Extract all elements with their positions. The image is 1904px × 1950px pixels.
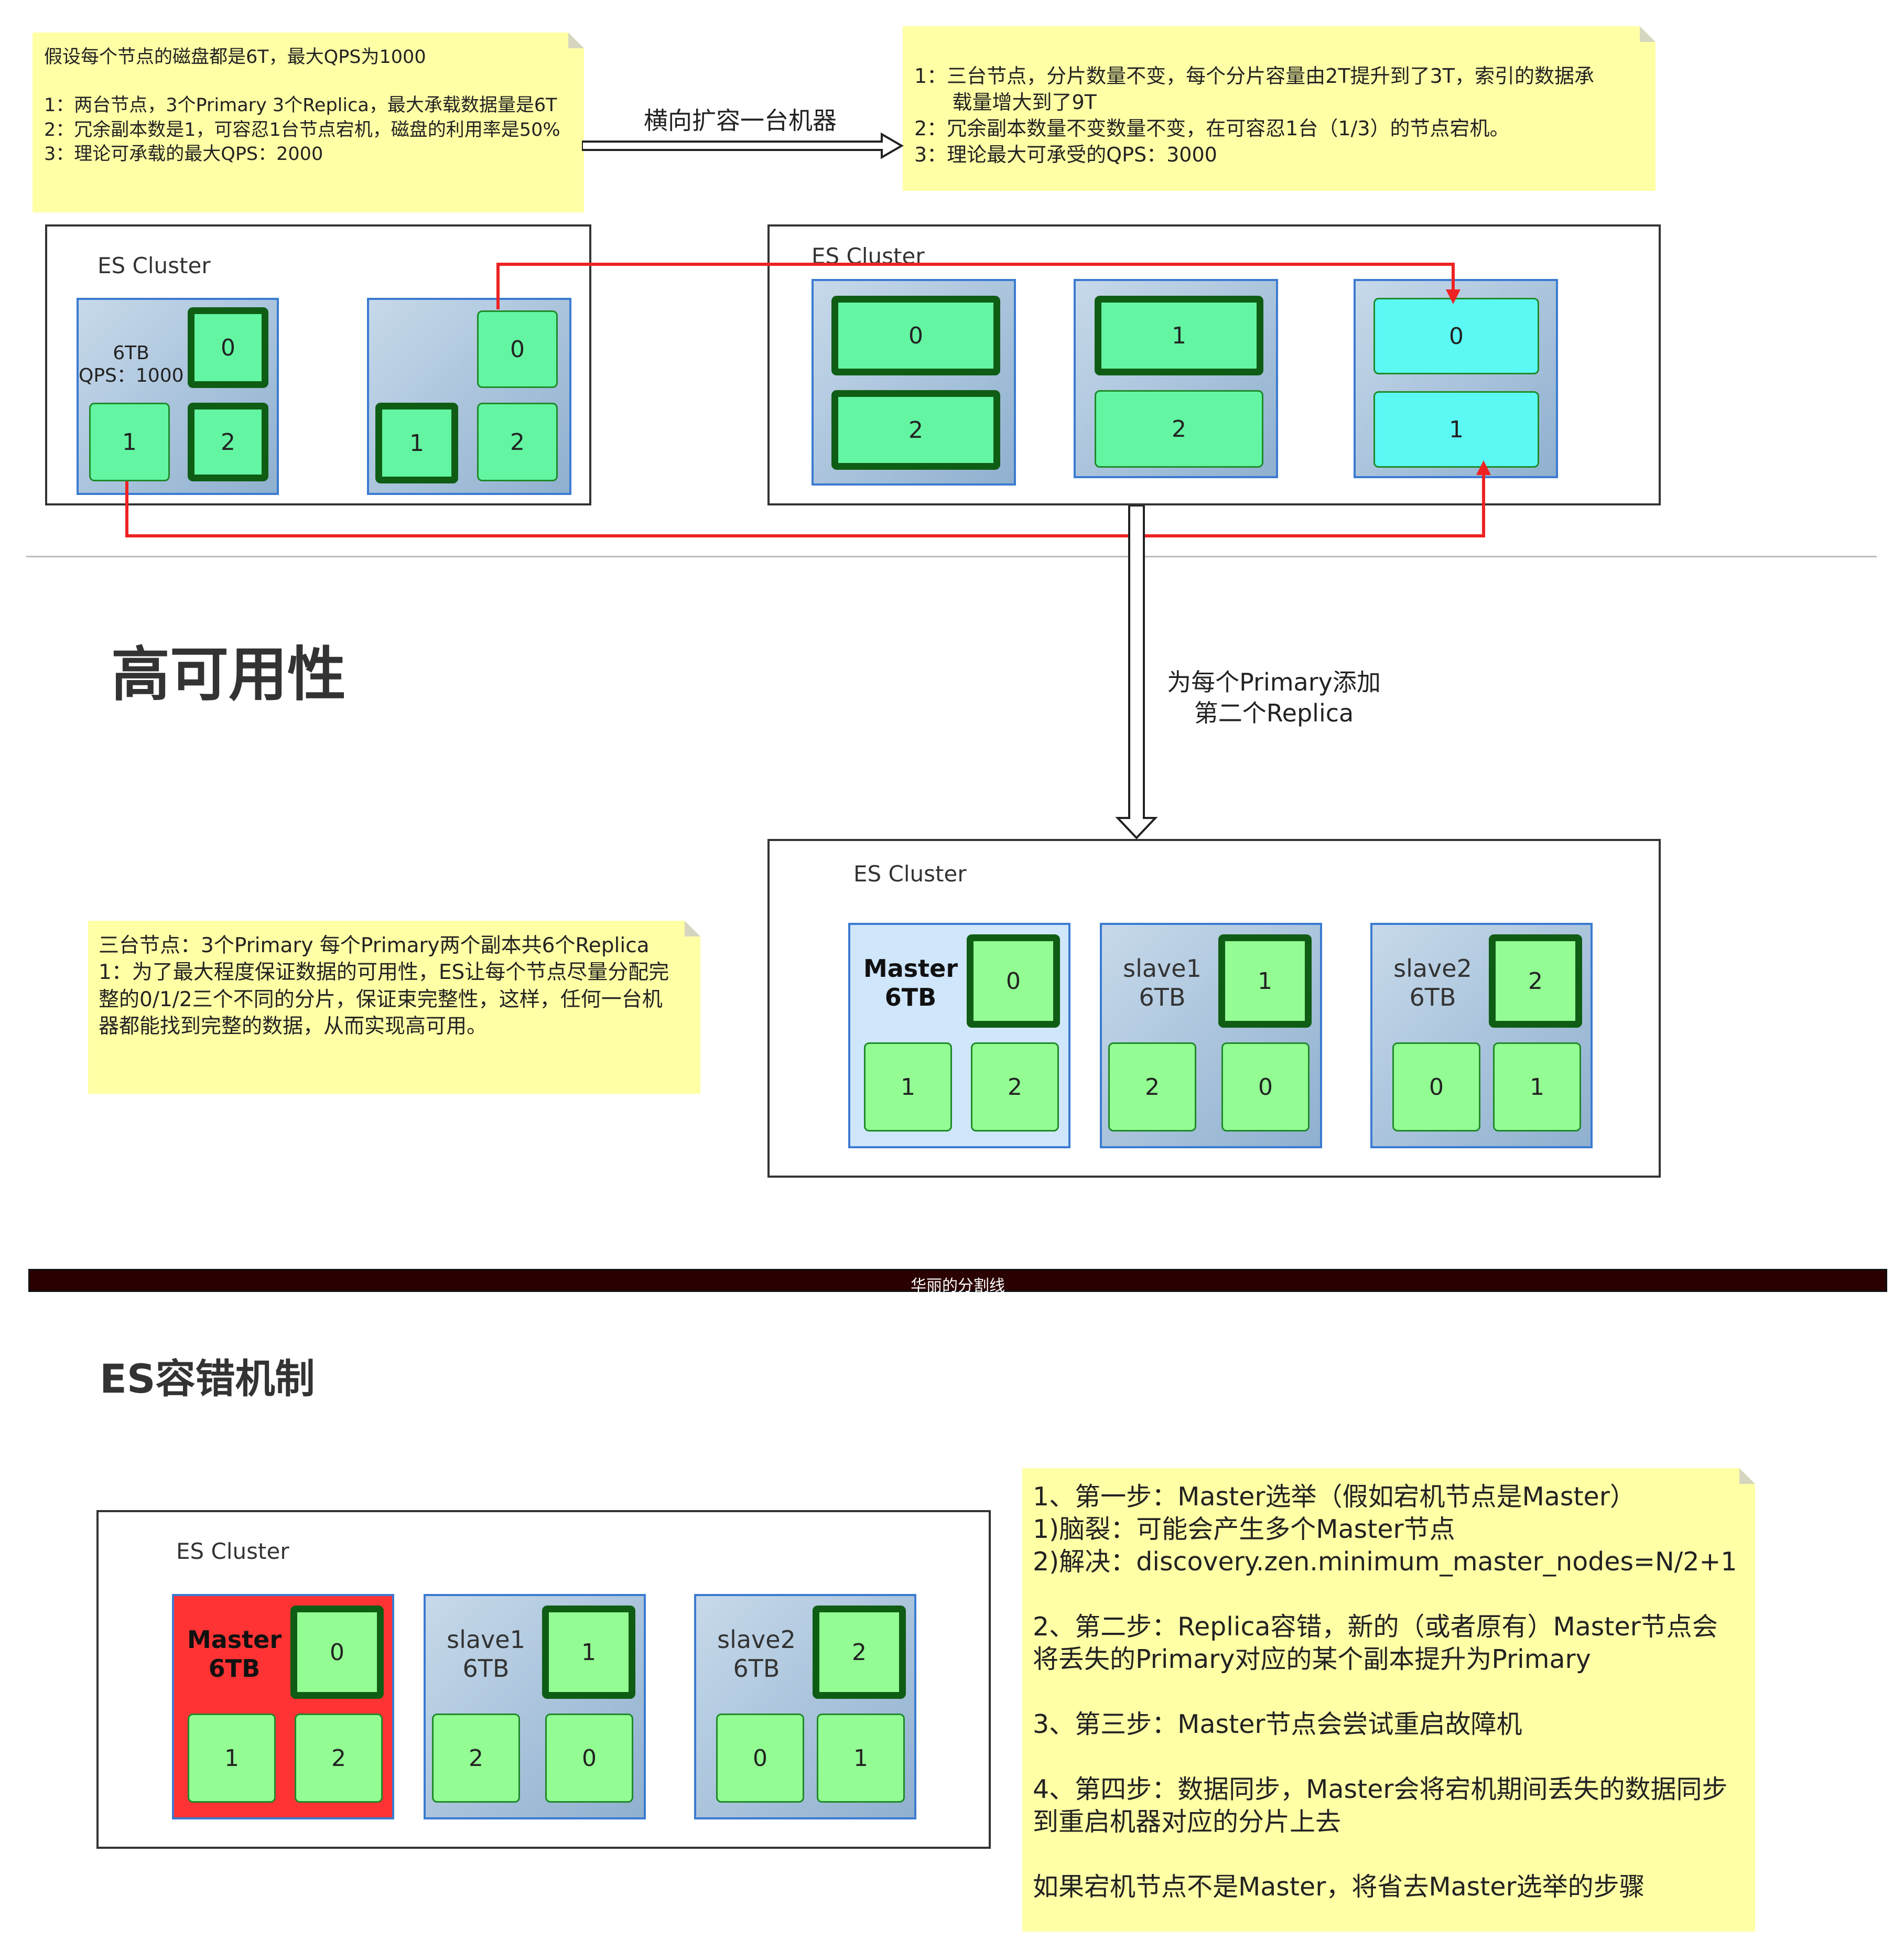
node-label: slave1 6TB (1123, 954, 1202, 1012)
replica-shard: 2 (971, 1042, 1059, 1132)
replica-shard: 1 (864, 1042, 952, 1132)
primary-shard: 1 (1218, 934, 1312, 1028)
slave2-node: slave2 6TB 2 0 1 (694, 1594, 916, 1819)
node-label: slave1 6TB (447, 1625, 525, 1683)
migration-arrowhead (1476, 460, 1491, 475)
replica-shard: 2 (1108, 1042, 1196, 1132)
section-separator (26, 556, 1877, 557)
node-label: Master 6TB (187, 1625, 282, 1683)
replica-shard: 1 (188, 1714, 276, 1803)
node-label: slave2 6TB (717, 1625, 796, 1683)
slave1-node: slave1 6TB 1 2 0 (424, 1594, 646, 1819)
es-cluster-high-availability: ES Cluster Master 6TB 0 1 2 slave1 6TB 1… (767, 839, 1661, 1178)
node-label: Master 6TB (863, 954, 958, 1012)
note-fold (685, 921, 700, 936)
section-title-fault-tolerance: ES容错机制 (100, 1355, 315, 1402)
replica-shard: 0 (1392, 1042, 1480, 1132)
note-high-availability-text: 三台节点：3个Primary 每个Primary两个副本共6个Replica 1… (99, 934, 669, 1039)
note-fold (1739, 1468, 1755, 1484)
primary-shard: 2 (1489, 934, 1582, 1028)
replica-shard: 2 (432, 1714, 520, 1803)
master-node: Master 6TB 0 1 2 (848, 923, 1070, 1148)
shard-migration-lines (125, 263, 1491, 537)
note-high-availability: 三台节点：3个Primary 每个Primary两个副本共6个Replica 1… (88, 921, 700, 1094)
replica-shard: 1 (817, 1714, 905, 1803)
node-label: slave2 6TB (1393, 954, 1472, 1012)
slave1-node: slave1 6TB 1 2 0 (1100, 923, 1322, 1148)
fancy-divider-bar: 华丽的分割线 (28, 1269, 1887, 1295)
migration-line-shard-1 (125, 472, 1485, 537)
note-fault-tolerance-steps: 1、第一步：Master选举（假如宕机节点是Master） 1)脑裂：可能会产生… (1022, 1468, 1755, 1932)
replica-shard: 0 (545, 1714, 633, 1803)
note-fault-tolerance-text: 1、第一步：Master选举（假如宕机节点是Master） 1)脑裂：可能会产生… (1033, 1482, 1737, 1902)
replica-shard: 2 (295, 1714, 383, 1803)
replica-shard: 0 (1221, 1042, 1310, 1132)
replica-shard: 1 (1493, 1042, 1581, 1132)
primary-shard: 0 (967, 934, 1060, 1028)
failed-master-node: Master 6TB 0 1 2 (172, 1594, 394, 1819)
slave2-node: slave2 6TB 2 0 1 (1370, 923, 1593, 1148)
cluster-label: ES Cluster (853, 861, 967, 887)
section-title-high-availability: 高可用性 (111, 641, 346, 709)
es-cluster-fault-tolerance: ES Cluster Master 6TB 0 1 2 slave1 6TB 1… (96, 1510, 991, 1849)
primary-shard: 1 (542, 1606, 635, 1699)
primary-shard: 0 (290, 1606, 384, 1699)
fancy-divider-label: 华丽的分割线 (911, 1277, 1005, 1295)
add-replica-label: 为每个Primary添加 第二个Replica (1167, 668, 1381, 727)
primary-shard: 2 (813, 1606, 906, 1699)
migration-line-shard-0 (496, 263, 1455, 309)
replica-shard: 0 (716, 1714, 804, 1803)
migration-arrowhead (1446, 289, 1461, 304)
cluster-label: ES Cluster (176, 1538, 289, 1564)
